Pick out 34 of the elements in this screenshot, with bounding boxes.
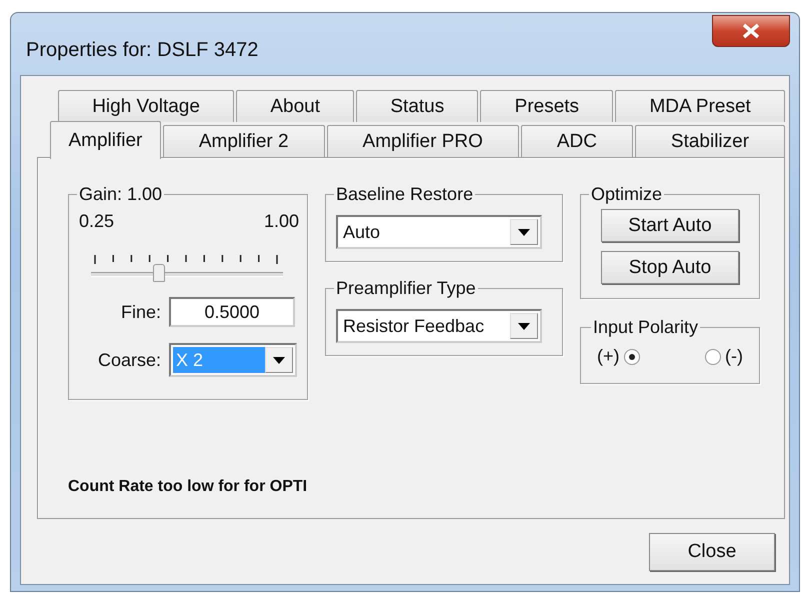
fine-field[interactable]: 0.5000 bbox=[169, 297, 295, 327]
slider-thumb[interactable] bbox=[153, 264, 166, 282]
group-label: Optimize bbox=[590, 184, 664, 205]
tab[interactable]: Amplifier bbox=[50, 121, 161, 159]
baseline-dropdown[interactable]: Auto bbox=[336, 215, 542, 249]
status-message: Count Rate too low for for OPTI bbox=[68, 478, 308, 496]
slider-min-label: 0.25 bbox=[79, 211, 114, 232]
group-label: Baseline Restore bbox=[335, 184, 474, 205]
radio-button[interactable] bbox=[705, 348, 722, 364]
close-icon bbox=[740, 23, 762, 39]
optimize-button[interactable]: Stop Auto bbox=[601, 251, 739, 284]
tab[interactable]: Presets bbox=[480, 90, 614, 122]
group-label: Input Polarity bbox=[592, 317, 700, 338]
close-button[interactable] bbox=[712, 15, 790, 47]
tab[interactable]: Amplifier 2 bbox=[162, 125, 325, 157]
fine-label: Fine: bbox=[120, 302, 162, 322]
close-dialog-button[interactable]: Close bbox=[649, 533, 775, 571]
tab[interactable]: About bbox=[236, 90, 354, 122]
slider-max-label: 1.00 bbox=[264, 211, 299, 232]
tab[interactable]: ADC bbox=[520, 125, 633, 157]
group-label: Preamplifier Type bbox=[335, 278, 477, 299]
preamp-dropdown[interactable]: Resistor Feedbac bbox=[336, 309, 542, 343]
radio-label: (-) bbox=[725, 346, 743, 367]
window-title: Properties for: DSLF 3472 bbox=[26, 39, 258, 62]
coarse-label: Coarse: bbox=[96, 350, 162, 370]
tab[interactable]: Stabilizer bbox=[634, 125, 786, 157]
tab[interactable]: Amplifier PRO bbox=[326, 125, 519, 157]
tab[interactable]: High Voltage bbox=[58, 90, 234, 122]
radio-label: (+) bbox=[597, 346, 620, 367]
optimize-button[interactable]: Start Auto bbox=[601, 209, 739, 242]
tab[interactable]: Status bbox=[356, 90, 478, 122]
tab[interactable]: MDA Preset bbox=[615, 90, 786, 122]
radio-button[interactable] bbox=[624, 348, 640, 364]
group-label: Gain: 1.00 bbox=[78, 184, 164, 205]
